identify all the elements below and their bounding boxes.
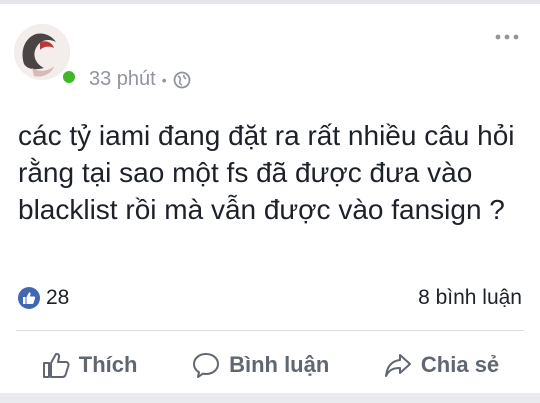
- post-text: các tỷ iami đang đặt ra rất nhiều câu hỏ…: [18, 120, 515, 225]
- thumbs-up-icon: [42, 352, 70, 378]
- globe-icon: [173, 71, 191, 89]
- like-count: 28: [46, 286, 70, 309]
- meta-separator: •: [161, 71, 167, 88]
- like-summary[interactable]: 28: [18, 286, 69, 310]
- share-button-label: Chia sẻ: [420, 352, 500, 377]
- comment-count[interactable]: 8 bình luận: [418, 286, 522, 310]
- comment-button-label: Bình luận: [229, 352, 330, 377]
- share-button[interactable]: Chia sẻ: [383, 350, 499, 380]
- like-button[interactable]: Thích: [41, 350, 138, 380]
- like-button-label: Thích: [78, 352, 138, 377]
- more-horizontal-icon[interactable]: [494, 32, 520, 42]
- comment-icon: [193, 353, 220, 378]
- comment-button[interactable]: Bình luận: [191, 350, 329, 380]
- action-bar: Thích Bình luận Chia sẻ: [0, 342, 540, 388]
- online-status-dot: [61, 69, 77, 85]
- post-meta: 33 phút •: [89, 68, 191, 91]
- post-timestamp[interactable]: 33 phút: [89, 68, 156, 91]
- share-icon: [384, 354, 411, 377]
- feed-separator: [0, 393, 540, 403]
- post-card: 33 phút • các tỷ iami đang đặt ra rất nh…: [0, 0, 540, 393]
- post-stats: 28 8 bình luận: [18, 284, 522, 312]
- divider: [16, 330, 524, 331]
- like-badge-icon: [18, 287, 40, 309]
